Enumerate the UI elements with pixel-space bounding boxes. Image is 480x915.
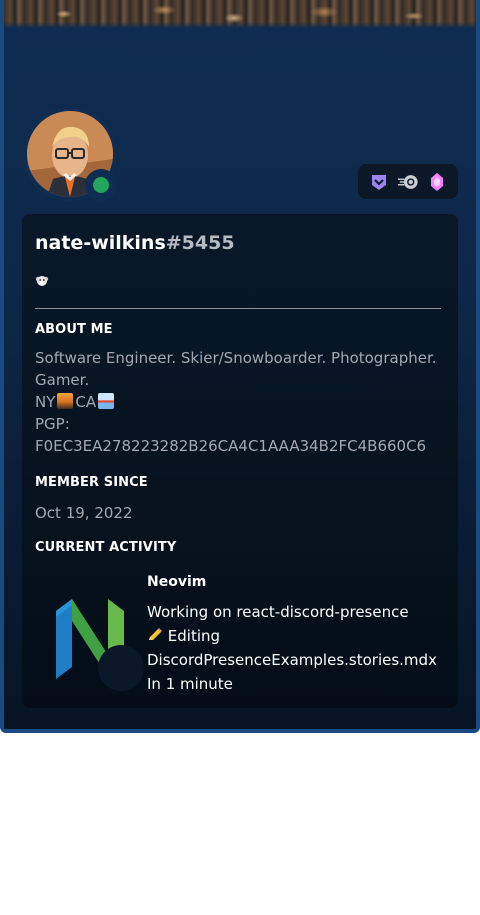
status-indicator (85, 169, 117, 201)
nitro-badge-icon[interactable] (397, 171, 419, 193)
profile-info-panel: nate-wilkins#5455 ABOUT ME Software Engi… (22, 214, 458, 708)
section-divider (35, 308, 441, 309)
discriminator: #5455 (165, 232, 235, 254)
monkey-emoji-icon (35, 273, 49, 287)
about-me-text: Software Engineer. Skier/Snowboarder. Ph… (35, 347, 455, 457)
location-ca: CA (75, 393, 97, 411)
activity-details-line: Working on react-discord-presence (147, 603, 409, 621)
username: nate-wilkins (35, 232, 166, 254)
golden-gate-emoji-icon (98, 393, 115, 409)
current-activity-title: CURRENT ACTIVITY (35, 540, 177, 555)
activity-state-file: DiscordPresenceExamples.stories.mdx (147, 651, 437, 669)
hypesquad-badge-icon[interactable] (368, 171, 390, 193)
about-me-title: ABOUT ME (35, 322, 113, 337)
activity-state-line: Editing (147, 624, 457, 648)
location-ny: NY (35, 393, 56, 411)
member-since-date: Oct 19, 2022 (35, 504, 133, 522)
member-since-title: MEMBER SINCE (35, 475, 148, 490)
activity-name: Neovim (147, 574, 207, 590)
online-status-icon (93, 177, 109, 193)
username-heading: nate-wilkins#5455 (35, 232, 235, 254)
city-skyline-emoji-icon (57, 393, 74, 409)
pencil-emoji-icon (147, 627, 163, 645)
profile-banner (4, 0, 476, 28)
about-line-1: Software Engineer. Skier/Snowboarder. Ph… (35, 349, 437, 367)
pgp-key: F0EC3EA278223282B26CA4C1AAA34B2FC4B660C6 (35, 437, 427, 455)
about-location-line: NY CA (35, 391, 455, 413)
activity-small-image (98, 645, 144, 691)
about-line-2: Gamer. (35, 371, 90, 389)
profile-card: nate-wilkins#5455 ABOUT ME Software Engi… (0, 0, 480, 733)
badge-list (358, 164, 458, 199)
pgp-label: PGP: (35, 415, 70, 433)
boost-gem-badge-icon[interactable] (426, 171, 448, 193)
activity-details: Neovim Working on react-discord-presence… (147, 570, 457, 696)
activity-time: In 1 minute (147, 675, 233, 693)
activity-state-prefix: Editing (167, 627, 221, 645)
